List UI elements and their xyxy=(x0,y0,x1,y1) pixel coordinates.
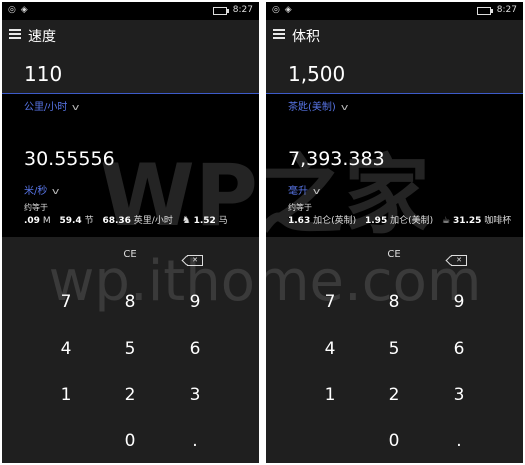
approx-num: 31.25 xyxy=(452,216,482,226)
menu-icon[interactable] xyxy=(273,29,285,39)
chevron-down-icon: v xyxy=(340,103,349,113)
to-unit-label: 米/秒 xyxy=(24,186,48,197)
chevron-down-icon: v xyxy=(52,187,60,197)
keypad: CE ✕ 7 8 9 4 5 6 1 2 3 0 . xyxy=(266,237,523,463)
result-value: 7,393.383 xyxy=(288,148,385,170)
horse-icon: ♞ xyxy=(181,215,191,226)
approx-item: ♞ 1.52 马 xyxy=(181,215,228,226)
input-value: 1,500 xyxy=(288,62,346,86)
page-title: 体积 xyxy=(292,29,320,45)
clock: 8:27 xyxy=(232,5,253,15)
key-3[interactable]: 3 xyxy=(155,385,235,405)
approx-num: .09 xyxy=(24,216,40,226)
approx-item: 59.4 节 xyxy=(59,216,93,226)
input-field[interactable]: 1,500 xyxy=(266,50,523,94)
signal-icon: ◎ ◈ xyxy=(272,5,293,15)
approx-num: 1.63 xyxy=(288,216,311,226)
from-unit-label: 茶匙(美制) xyxy=(288,102,336,113)
approx-item: 1.95 加仑(美制) xyxy=(365,216,433,226)
coffee-cup-icon: ☕ xyxy=(442,216,451,226)
phone-screen-speed: ◎ ◈ 8:27 速度 110 公里/小时 v 30.55556 米/秒 v 约等于… xyxy=(2,2,259,463)
input-field[interactable]: 110 xyxy=(2,50,259,94)
backspace-button[interactable]: ✕ xyxy=(155,247,235,266)
approx-num: 1.95 xyxy=(365,216,388,226)
status-bar: ◎ ◈ 8:27 xyxy=(266,2,523,20)
key-decimal[interactable]: . xyxy=(155,431,235,451)
backspace-icon: ✕ xyxy=(451,255,467,266)
approx-unit: 咖啡杯 xyxy=(484,216,512,226)
keypad: CE ✕ 7 8 9 4 5 6 1 2 3 0 . xyxy=(2,237,259,463)
battery-icon xyxy=(477,7,493,15)
page-title: 速度 xyxy=(28,29,56,45)
approx-num: 59.4 xyxy=(59,216,82,226)
signal-icon: ◎ ◈ xyxy=(8,5,29,15)
from-unit-dropdown[interactable]: 茶匙(美制) v xyxy=(288,98,349,113)
approx-unit: 英里/小时 xyxy=(133,216,173,226)
result-value: 30.55556 xyxy=(24,148,115,170)
approx-item: 1.63 加仑(英制) xyxy=(288,216,356,226)
approx-list: 1.63 加仑(英制) 1.95 加仑(美制) ☕ 31.25 咖啡杯 xyxy=(288,213,523,226)
approx-label: 约等于 xyxy=(288,203,312,212)
chevron-down-icon: v xyxy=(72,103,80,113)
approx-unit: 节 xyxy=(84,216,94,226)
approx-list: .09 M 59.4 节 68.36 英里/小时 ♞ 1.52 马 xyxy=(24,213,259,226)
battery-icon xyxy=(213,7,229,15)
approx-unit: 马 xyxy=(218,216,228,226)
approx-item: ☕ 31.25 咖啡杯 xyxy=(442,216,511,226)
key-decimal[interactable]: . xyxy=(419,431,499,451)
to-unit-label: 毫升 xyxy=(288,186,308,197)
backspace-button[interactable]: ✕ xyxy=(419,247,499,266)
approx-item: 68.36 英里/小时 xyxy=(102,216,172,226)
status-bar: ◎ ◈ 8:27 xyxy=(2,2,259,20)
clock: 8:27 xyxy=(496,5,517,15)
approx-unit: M xyxy=(42,216,51,226)
from-unit-dropdown[interactable]: 公里/小时 v xyxy=(24,98,80,113)
key-9[interactable]: 9 xyxy=(419,292,499,312)
backspace-icon: ✕ xyxy=(187,255,203,266)
to-unit-dropdown[interactable]: 米/秒 v xyxy=(24,182,60,197)
approx-num: 1.52 xyxy=(193,216,216,226)
approx-label: 约等于 xyxy=(24,203,48,212)
title-bar: 体积 xyxy=(266,20,523,50)
from-unit-label: 公里/小时 xyxy=(24,102,68,113)
approx-unit: 加仑(英制) xyxy=(313,216,357,226)
chevron-down-icon: v xyxy=(312,187,321,197)
key-6[interactable]: 6 xyxy=(155,339,235,359)
key-6[interactable]: 6 xyxy=(419,339,499,359)
to-unit-dropdown[interactable]: 毫升 v xyxy=(288,182,321,197)
key-9[interactable]: 9 xyxy=(155,292,235,312)
approx-unit: 加仑(美制) xyxy=(390,216,434,226)
key-3[interactable]: 3 xyxy=(419,385,499,405)
approx-num: 68.36 xyxy=(102,216,131,226)
input-value: 110 xyxy=(24,62,63,86)
title-bar: 速度 xyxy=(2,20,259,50)
menu-icon[interactable] xyxy=(9,29,21,39)
phone-screen-volume: ◎ ◈ 8:27 体积 1,500 茶匙(美制) v 7,393.383 毫升 v … xyxy=(266,2,523,463)
approx-item: .09 M xyxy=(24,216,51,226)
